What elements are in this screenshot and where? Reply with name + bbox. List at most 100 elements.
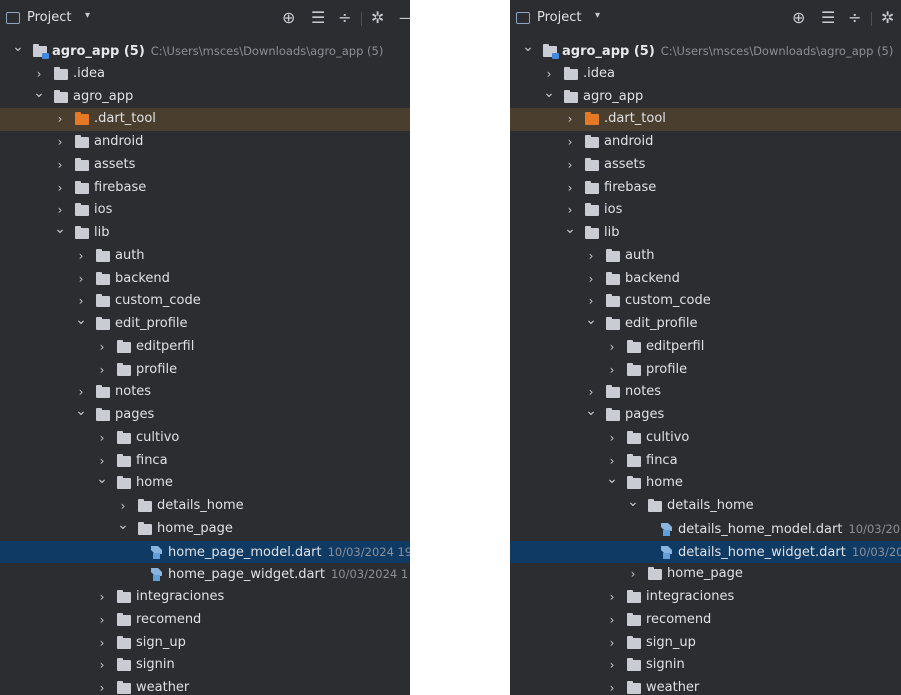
chevron-right-icon[interactable]: › [96, 654, 108, 677]
folder-row[interactable]: › .dart_tool [510, 108, 901, 131]
folder-row[interactable]: › finca [0, 450, 410, 473]
folder-row[interactable]: ⌄ lib [510, 221, 901, 245]
folder-row[interactable]: › cultivo [0, 427, 410, 450]
chevron-right-icon[interactable]: › [54, 108, 66, 131]
chevron-down-icon[interactable]: ⌄ [585, 309, 597, 332]
chevron-down-icon[interactable]: ⌄ [96, 468, 108, 491]
project-view-title[interactable]: Project [27, 10, 71, 25]
folder-row[interactable]: › integraciones [510, 586, 901, 609]
folder-row[interactable]: › android [0, 131, 410, 154]
folder-row[interactable]: › weather [510, 677, 901, 695]
project-view-title[interactable]: Project [537, 10, 581, 25]
folder-row[interactable]: › recomend [510, 609, 901, 632]
chevron-right-icon[interactable]: › [96, 609, 108, 632]
folder-row[interactable]: › signin [0, 654, 410, 677]
folder-row[interactable]: › sign_up [510, 632, 901, 655]
chevron-down-icon[interactable]: ⌄ [564, 218, 576, 241]
folder-row[interactable]: › assets [0, 154, 410, 177]
chevron-down-icon[interactable]: ⌄ [12, 36, 24, 59]
chevron-right-icon[interactable]: › [96, 359, 108, 382]
folder-row[interactable]: › firebase [0, 177, 410, 200]
crosshair-icon[interactable]: ⊕ [792, 8, 805, 28]
chevron-right-icon[interactable]: › [606, 632, 618, 655]
folder-row[interactable]: › weather [0, 677, 410, 695]
chevron-down-icon[interactable]: ▾ [85, 10, 90, 21]
chevron-right-icon[interactable]: › [96, 427, 108, 450]
chevron-right-icon[interactable]: › [606, 677, 618, 695]
folder-row[interactable]: › auth [510, 245, 901, 268]
chevron-down-icon[interactable]: ⌄ [543, 82, 555, 105]
chevron-down-icon[interactable]: ⌄ [117, 514, 129, 537]
folder-row[interactable]: ⌄ home [0, 471, 410, 495]
folder-row[interactable]: › editperfil [510, 336, 901, 359]
chevron-right-icon[interactable]: › [606, 609, 618, 632]
chevron-right-icon[interactable]: › [96, 586, 108, 609]
folder-row[interactable]: ⌄ agro_app (5) C:\Users\msces\Downloads\ag… [510, 39, 901, 63]
folder-row[interactable]: › .dart_tool [0, 108, 410, 131]
chevron-right-icon[interactable]: › [564, 154, 576, 177]
file-row[interactable]: home_page_model.dart 10/03/2024 19 [0, 540, 410, 564]
folder-row[interactable]: ⌄ pages [510, 403, 901, 427]
folder-row[interactable]: › signin [510, 654, 901, 677]
folder-row[interactable]: › recomend [0, 609, 410, 632]
folder-row[interactable]: ⌄ home [510, 471, 901, 495]
folder-row[interactable]: › backend [0, 268, 410, 291]
folder-row[interactable]: › android [510, 131, 901, 154]
folder-row[interactable]: › home_page [510, 563, 901, 586]
file-row[interactable]: details_home_model.dart 10/03/2024 [510, 518, 901, 541]
folder-row[interactable]: › profile [510, 359, 901, 382]
file-row[interactable]: details_home_widget.dart 10/03/202 [510, 540, 901, 564]
chevron-right-icon[interactable]: › [627, 563, 639, 586]
chevron-right-icon[interactable]: › [75, 245, 87, 268]
chevron-right-icon[interactable]: › [585, 268, 597, 291]
folder-row[interactable]: › integraciones [0, 586, 410, 609]
chevron-down-icon[interactable]: ⌄ [627, 491, 639, 514]
folder-row[interactable]: ⌄ details_home [510, 494, 901, 518]
folder-row[interactable]: › profile [0, 359, 410, 382]
gear-icon[interactable]: ✲ [371, 8, 384, 28]
chevron-down-icon[interactable]: ⌄ [606, 468, 618, 491]
chevron-right-icon[interactable]: › [54, 131, 66, 154]
folder-row[interactable]: ⌄ agro_app (5) C:\Users\msces\Downloads\ag… [0, 39, 410, 63]
folder-row[interactable]: › details_home [0, 495, 410, 518]
folder-row[interactable]: › .idea [0, 63, 410, 86]
file-row[interactable]: home_page_widget.dart 10/03/2024 1! [0, 563, 410, 586]
crosshair-icon[interactable]: ⊕ [282, 8, 295, 28]
chevron-right-icon[interactable]: › [606, 336, 618, 359]
gear-icon[interactable]: ✲ [881, 8, 894, 28]
chevron-right-icon[interactable]: › [606, 586, 618, 609]
folder-row[interactable]: ⌄ edit_profile [510, 312, 901, 336]
folder-row[interactable]: › notes [0, 381, 410, 404]
expand-all-icon[interactable]: ☰ [311, 8, 325, 28]
chevron-right-icon[interactable]: › [54, 154, 66, 177]
chevron-right-icon[interactable]: › [564, 108, 576, 131]
chevron-right-icon[interactable]: › [606, 359, 618, 382]
folder-row[interactable]: › auth [0, 245, 410, 268]
folder-row[interactable]: › backend [510, 268, 901, 291]
folder-row[interactable]: › finca [510, 450, 901, 473]
folder-row[interactable]: › editperfil [0, 336, 410, 359]
chevron-right-icon[interactable]: › [54, 177, 66, 200]
chevron-down-icon[interactable]: ⌄ [54, 218, 66, 241]
folder-row[interactable]: ⌄ pages [0, 403, 410, 427]
chevron-down-icon[interactable]: ⌄ [522, 36, 534, 59]
folder-row[interactable]: › assets [510, 154, 901, 177]
folder-row[interactable]: › custom_code [0, 290, 410, 313]
chevron-right-icon[interactable]: › [96, 677, 108, 695]
chevron-down-icon[interactable]: ⌄ [75, 400, 87, 423]
chevron-right-icon[interactable]: › [606, 654, 618, 677]
folder-row[interactable]: › firebase [510, 177, 901, 200]
chevron-right-icon[interactable]: › [585, 245, 597, 268]
folder-row[interactable]: ⌄ lib [0, 221, 410, 245]
collapse-all-icon[interactable]: ÷ [338, 8, 351, 28]
folder-row[interactable]: › notes [510, 381, 901, 404]
chevron-right-icon[interactable]: › [606, 427, 618, 450]
folder-row[interactable]: › custom_code [510, 290, 901, 313]
folder-row[interactable]: › .idea [510, 63, 901, 86]
chevron-right-icon[interactable]: › [75, 268, 87, 291]
chevron-right-icon[interactable]: › [96, 632, 108, 655]
chevron-down-icon[interactable]: ⌄ [33, 82, 45, 105]
folder-row[interactable]: ⌄ home_page [0, 517, 410, 541]
folder-row[interactable]: ⌄ agro_app [510, 85, 901, 109]
expand-all-icon[interactable]: ☰ [821, 8, 835, 28]
